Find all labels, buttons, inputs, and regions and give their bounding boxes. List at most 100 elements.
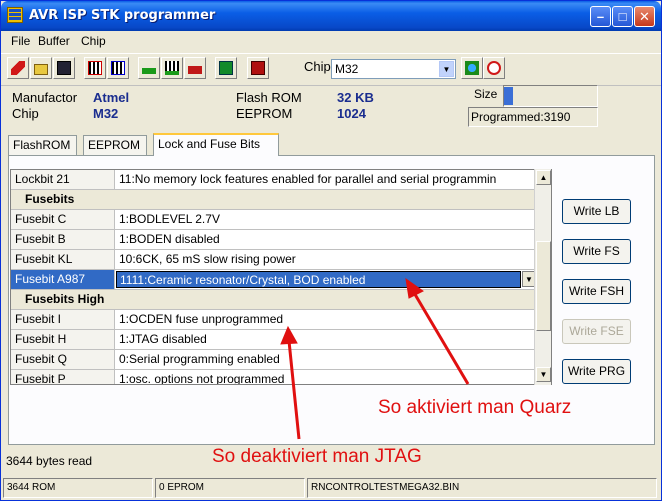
detect-icon xyxy=(465,61,479,75)
status-eprom: 0 EPROM xyxy=(155,478,305,498)
menu-bar: File Buffer Chip xyxy=(1,32,661,50)
red-chip-icon xyxy=(251,61,265,75)
chip-select-label: Chip xyxy=(304,59,331,74)
menu-buffer[interactable]: Buffer xyxy=(38,34,70,48)
folder-icon xyxy=(34,64,48,75)
stop-icon xyxy=(487,61,501,75)
fuse-value-dropdown[interactable]: 1111:Ceramic resonator/Crystal, BOD enab… xyxy=(115,270,539,290)
fuse-value: 1:BODLEVEL 2.7V xyxy=(115,210,539,230)
erase-chip-button[interactable] xyxy=(184,57,206,79)
table-row[interactable]: Fusebit Q 0:Serial programming enabled xyxy=(11,350,539,370)
stop-button[interactable] xyxy=(483,57,505,79)
size-label: Size xyxy=(474,87,498,101)
section-fusebits-high: Fusebits High xyxy=(11,290,535,310)
fuse-name: Fusebit KL xyxy=(11,250,115,270)
fuse-value: 1:OCDEN fuse unprogrammed xyxy=(115,310,539,330)
status-bar: 3644 ROM 0 EPROM RNCONTROLTESTMEGA32.BIN xyxy=(1,475,661,500)
chip-select-value: M32 xyxy=(335,62,359,76)
table-row[interactable]: Fusebit C 1:BODLEVEL 2.7V xyxy=(11,210,539,230)
open-button[interactable] xyxy=(30,57,52,79)
fuse-name: Fusebit Q xyxy=(11,350,115,370)
manufacturer-value: Atmel xyxy=(93,90,130,105)
grid-scrollbar[interactable]: ▲ ▼ xyxy=(534,169,551,385)
chip-write-icon xyxy=(111,61,125,75)
write-fse-button[interactable]: Write FSE xyxy=(562,319,631,344)
erase-button[interactable] xyxy=(7,57,29,79)
fuse-value: 0:Serial programming enabled xyxy=(115,350,539,370)
status-file: RNCONTROLTESTMEGA32.BIN xyxy=(307,478,657,498)
status-rom: 3644 ROM xyxy=(3,478,153,498)
chip-blank-icon xyxy=(165,61,179,75)
window-title: AVR ISP STK programmer xyxy=(29,8,216,23)
manufacturer-label: Manufactor xyxy=(12,90,78,105)
table-row[interactable]: Lockbit 21 11:No memory lock features en… xyxy=(11,170,539,190)
chip-erase-icon xyxy=(188,66,202,74)
chip-select[interactable]: M32 ▼ xyxy=(331,59,456,79)
section-fusebits: Fusebits xyxy=(11,190,535,210)
flash-rom-value: 32 KB xyxy=(337,90,374,105)
minimize-button[interactable]: – xyxy=(590,6,611,27)
scroll-down-icon[interactable]: ▼ xyxy=(536,367,551,382)
table-row[interactable]: Fusebit I 1:OCDEN fuse unprogrammed xyxy=(11,310,539,330)
write-fsh-button[interactable]: Write FSH xyxy=(562,279,631,304)
flash-rom-label: Flash ROM xyxy=(236,90,302,105)
eraser-icon xyxy=(11,61,25,75)
menu-file[interactable]: File xyxy=(11,34,30,48)
write-chip-button[interactable] xyxy=(107,57,129,79)
chip-verify-icon xyxy=(142,68,156,74)
table-row-selected[interactable]: Fusebit A987 1111:Ceramic resonator/Crys… xyxy=(11,270,539,290)
chip-read-icon xyxy=(88,61,102,75)
chip-label: Chip xyxy=(12,106,39,121)
blank-check-button[interactable] xyxy=(161,57,183,79)
eeprom-label: EEPROM xyxy=(236,106,293,121)
fuse-grid: Lockbit 21 11:No memory lock features en… xyxy=(10,169,552,385)
menu-chip[interactable]: Chip xyxy=(81,34,106,48)
eeprom-value: 1024 xyxy=(337,106,366,121)
fuse-name: Fusebit C xyxy=(11,210,115,230)
fuse-value: 1:osc. options not programmed xyxy=(115,370,539,384)
tab-eeprom[interactable]: EEPROM xyxy=(83,135,147,155)
size-gauge xyxy=(503,85,598,107)
write-fs-button[interactable]: Write FS xyxy=(562,239,631,264)
scroll-up-icon[interactable]: ▲ xyxy=(536,170,551,185)
auto-detect-button[interactable] xyxy=(461,57,483,79)
close-button[interactable]: ✕ xyxy=(634,6,655,27)
fuse-value: 1111:Ceramic resonator/Crystal, BOD enab… xyxy=(116,271,521,288)
tab-flashrom[interactable]: FlashROM xyxy=(8,135,77,155)
table-row[interactable]: Fusebit H 1:JTAG disabled xyxy=(11,330,539,350)
tab-lock-fuse-bits[interactable]: Lock and Fuse Bits xyxy=(153,133,279,156)
fuse-value: 1:BODEN disabled xyxy=(115,230,539,250)
verify-button[interactable] xyxy=(138,57,160,79)
write-lb-button[interactable]: Write LB xyxy=(562,199,631,224)
floppy-icon xyxy=(57,61,71,75)
fuse-name: Fusebit A987 xyxy=(11,270,115,290)
fuse-name: Fusebit B xyxy=(11,230,115,250)
size-bar-fill xyxy=(504,87,513,105)
write-prg-button[interactable]: Write PRG xyxy=(562,359,631,384)
scroll-thumb[interactable] xyxy=(536,241,551,331)
save-button[interactable] xyxy=(53,57,75,79)
green-chip-icon xyxy=(219,61,233,75)
programmed-status: Programmed:3190 xyxy=(468,107,598,127)
fuse-value: 10:6CK, 65 mS slow rising power xyxy=(115,250,539,270)
table-row[interactable]: Fusebit B 1:BODEN disabled xyxy=(11,230,539,250)
chip-value: M32 xyxy=(93,106,119,121)
annotation-quarz: So aktiviert man Quarz xyxy=(378,397,572,418)
fuse-name: Lockbit 21 xyxy=(11,170,115,190)
read-chip-button[interactable] xyxy=(84,57,106,79)
green-chip-button[interactable] xyxy=(215,57,237,79)
chevron-down-icon[interactable]: ▼ xyxy=(439,61,454,77)
status-message: 3644 bytes read xyxy=(6,454,93,468)
main-window: AVR ISP STK programmer – □ ✕ File Buffer… xyxy=(0,0,662,501)
table-row[interactable]: Fusebit KL 10:6CK, 65 mS slow rising pow… xyxy=(11,250,539,270)
fuse-name: Fusebit P xyxy=(11,370,115,384)
fuse-name: Fusebit H xyxy=(11,330,115,350)
table-row[interactable]: Fusebit P 1:osc. options not programmed xyxy=(11,370,539,384)
app-icon xyxy=(7,7,23,23)
maximize-button[interactable]: □ xyxy=(612,6,633,27)
title-bar[interactable]: AVR ISP STK programmer – □ ✕ xyxy=(1,1,661,31)
fuse-value: 1:JTAG disabled xyxy=(115,330,539,350)
fuse-value: 11:No memory lock features enabled for p… xyxy=(115,170,539,190)
red-chip-button[interactable] xyxy=(247,57,269,79)
fuse-name: Fusebit I xyxy=(11,310,115,330)
